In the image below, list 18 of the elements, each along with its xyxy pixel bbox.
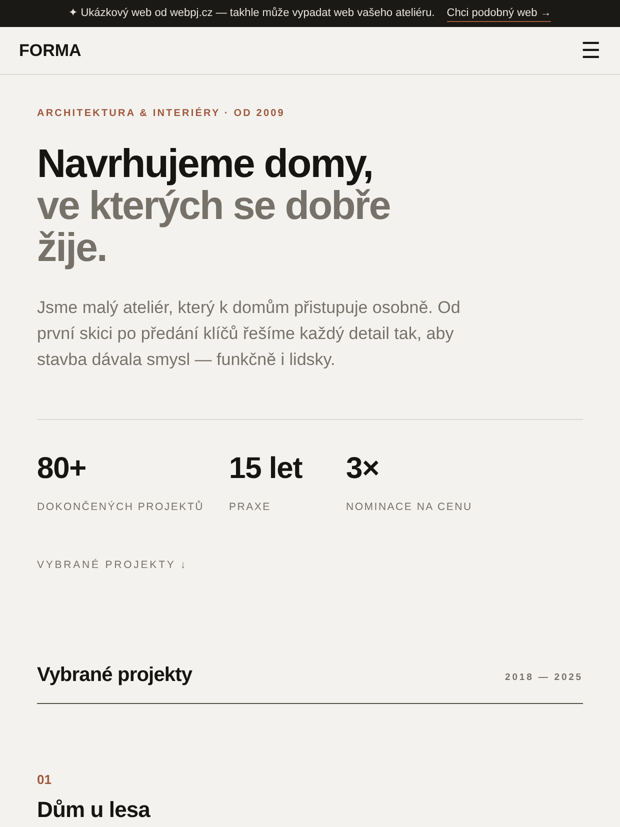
year-range: 2018 — 2025: [505, 671, 583, 686]
banner-text: ✦ Ukázkový web od webpj.cz — takhle může vypadat web vašeho ateliéru.: [68, 6, 435, 22]
stat-label: NOMINACE NA CENU: [346, 500, 474, 515]
project-number: 01: [37, 770, 52, 788]
stat-value: 15 let: [229, 452, 304, 486]
intro-paragraph: Jsme malý ateliér, který k domům přistupuje osobně. Od první skici po předání klíčů řešíme každý detail tak, aby stavba dávala smysl — funkčně i lidsky.: [37, 297, 462, 371]
stat-value: 80+: [37, 452, 88, 486]
headline-text: Navrhujeme domy,: [37, 143, 374, 185]
stat-label: DOKONČENÝCH PROJEKTŮ: [37, 500, 205, 515]
banner-link[interactable]: Chci podobný web →: [446, 4, 552, 22]
stat-value: 3×: [346, 452, 380, 486]
project-title[interactable]: Dům u lesa: [37, 797, 583, 823]
section-title: Vybrané projekty: [37, 662, 192, 688]
headline-text: ve kterých se dobře žije.: [37, 185, 391, 269]
logo[interactable]: FORMA: [19, 38, 82, 64]
stat-label: PRAXE: [229, 500, 272, 515]
scroll-link[interactable]: VYBRANÉ PROJEKTY ↓: [37, 558, 583, 574]
eyebrow-text: ARCHITEKTURA & INTERIÉRY · OD 2009: [37, 106, 286, 121]
